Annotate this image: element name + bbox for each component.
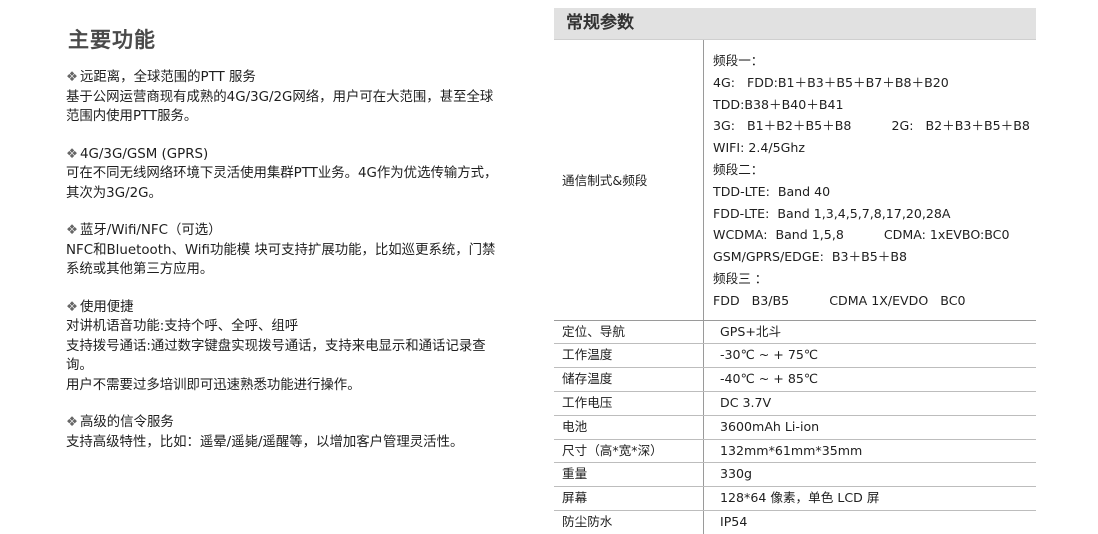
spec-value: 132mm*61mm*35mm <box>720 442 863 458</box>
feature-body: 基于公网运营商现有成熟的4G/3G/2G网络，用户可在大范围，甚至全球范围内使用… <box>66 89 494 125</box>
feature-item: ❖ 使用便捷 对讲机语音功能:支持个呼、全呼、组呼 支持拨号通话:通过数字键盘实现… <box>66 298 506 396</box>
band-line: FDD B3/B5 CDMA 1X/EVDO BC0 <box>713 292 966 308</box>
feature-body: 可在不同无线网络环境下灵活使用集群PTT业务。4G作为优选传输方式，其次为3G/… <box>66 166 498 201</box>
spec-row: 防尘防水 IP54 <box>554 510 1036 534</box>
spec-value: -30℃ ~ + 75℃ <box>720 347 818 363</box>
section-title: 主要功能 <box>68 28 156 52</box>
spec-row: 工作温度 -30℃ ~ + 75℃ <box>554 344 1036 369</box>
band-line: 3G: B1＋B2＋B5＋B8 2G: B2＋B3＋B5＋B8 <box>713 118 1030 134</box>
spec-value: 330g <box>720 466 753 482</box>
spec-row: 储存温度 -40℃ ~ + 85℃ <box>554 368 1036 392</box>
spec-label: 重量 <box>554 463 704 487</box>
diamond-bullet-icon: ❖ <box>66 223 79 238</box>
spec-label: 定位、导航 <box>554 320 704 344</box>
feature-title: 4G/3G/GSM (GPRS) <box>80 146 209 162</box>
band-line: GSM/GPRS/EDGE: B3＋B5＋B8 <box>713 249 907 265</box>
spec-value: 128*64 像素，单色 LCD 屏 <box>720 490 880 506</box>
spec-value: GPS+北斗 <box>720 323 782 339</box>
band-spec-row: 通信制式&频段 频段一： 4G: FDD:B1＋B3＋B5＋B7＋B8＋B20 … <box>554 40 1036 321</box>
band-spec-values: 频段一： 4G: FDD:B1＋B3＋B5＋B7＋B8＋B20 TDD:B38＋… <box>704 40 1030 320</box>
diamond-bullet-icon: ❖ <box>66 70 79 85</box>
feature-title: 远距离，全球范围的PTT 服务 <box>80 70 256 85</box>
band-line: 频段二： <box>713 161 764 177</box>
band-line: WCDMA: Band 1,5,8 CDMA: 1xEVBO:BC0 <box>713 227 1010 243</box>
band-line: TDD-LTE: Band 40 <box>713 183 831 199</box>
spec-label: 工作电压 <box>554 391 704 415</box>
spec-value: 3600mAh Li-ion <box>720 418 820 434</box>
band-line: TDD:B38＋B40＋B41 <box>713 96 844 112</box>
features-section: 主要功能 ❖ 远距离，全球范围的PTT 服务 基于公网运营商现有成熟的4G/3G/… <box>66 24 506 470</box>
spec-label: 防尘防水 <box>554 510 704 534</box>
feature-item: ❖ 高级的信令服务 支持高级特性，比如：遥晕/遥毙/遥醒等，以增加客户管理灵活性。 <box>66 413 506 452</box>
specs-section: 常规参数 通信制式&频段 频段一： 4G: FDD:B1＋B3＋B5＋B7＋B8… <box>554 8 1036 534</box>
spec-row: 重量 330g <box>554 463 1036 488</box>
feature-title: 使用便捷 <box>80 299 134 315</box>
spec-row: 工作电压 DC 3.7V <box>554 391 1036 416</box>
spec-row: 屏幕 128*64 像素，单色 LCD 屏 <box>554 487 1036 511</box>
spec-value: IP54 <box>720 513 748 529</box>
band-spec-label: 通信制式&频段 <box>554 40 704 320</box>
diamond-bullet-icon: ❖ <box>66 299 79 315</box>
band-line: WIFI: 2.4/5Ghz <box>713 140 806 156</box>
band-line: FDD-LTE: Band 1,3,4,5,7,8,17,20,28A <box>713 205 951 221</box>
diamond-bullet-icon: ❖ <box>66 146 79 162</box>
feature-body: 对讲机语音功能:支持个呼、全呼、组呼 支持拨号通话:通过数字键盘实现拨号通话，支… <box>66 319 486 393</box>
feature-item: ❖ 蓝牙/Wifi/NFC（可选） NFC和Bluetooth、Wifi功能模 块… <box>66 221 506 280</box>
spec-label: 储存温度 <box>554 368 704 391</box>
diamond-bullet-icon: ❖ <box>66 415 79 430</box>
spec-value: DC 3.7V <box>720 394 772 410</box>
feature-body: NFC和Bluetooth、Wifi功能模 块可支持扩展功能，比如巡更系统，门禁… <box>66 242 496 278</box>
spec-label: 屏幕 <box>554 487 704 510</box>
feature-title: 蓝牙/Wifi/NFC（可选） <box>80 223 222 238</box>
feature-item: ❖ 远距离，全球范围的PTT 服务 基于公网运营商现有成熟的4G/3G/2G网络，… <box>66 68 506 127</box>
spec-row: 定位、导航 GPS+北斗 <box>554 320 1036 345</box>
spec-row: 电池 3600mAh Li-ion <box>554 415 1036 440</box>
feature-body: 支持高级特性，比如：遥晕/遥毙/遥醒等，以增加客户管理灵活性。 <box>66 434 464 450</box>
spec-label: 尺寸（高*宽*深） <box>554 439 704 463</box>
band-line: 频段三 ： <box>713 270 768 286</box>
spec-value: -40℃ ~ + 85℃ <box>720 371 818 387</box>
feature-title: 高级的信令服务 <box>80 415 174 430</box>
band-line: 频段一： <box>713 53 764 68</box>
specs-header: 常规参数 <box>554 8 1036 40</box>
spec-row: 尺寸（高*宽*深） 132mm*61mm*35mm <box>554 439 1036 464</box>
spec-label: 工作温度 <box>554 344 704 368</box>
feature-item: ❖ 4G/3G/GSM (GPRS) 可在不同无线网络环境下灵活使用集群PTT业务… <box>66 145 506 204</box>
band-line: 4G: FDD:B1＋B3＋B5＋B7＋B8＋B20 <box>713 74 949 90</box>
spec-label: 电池 <box>554 415 704 439</box>
